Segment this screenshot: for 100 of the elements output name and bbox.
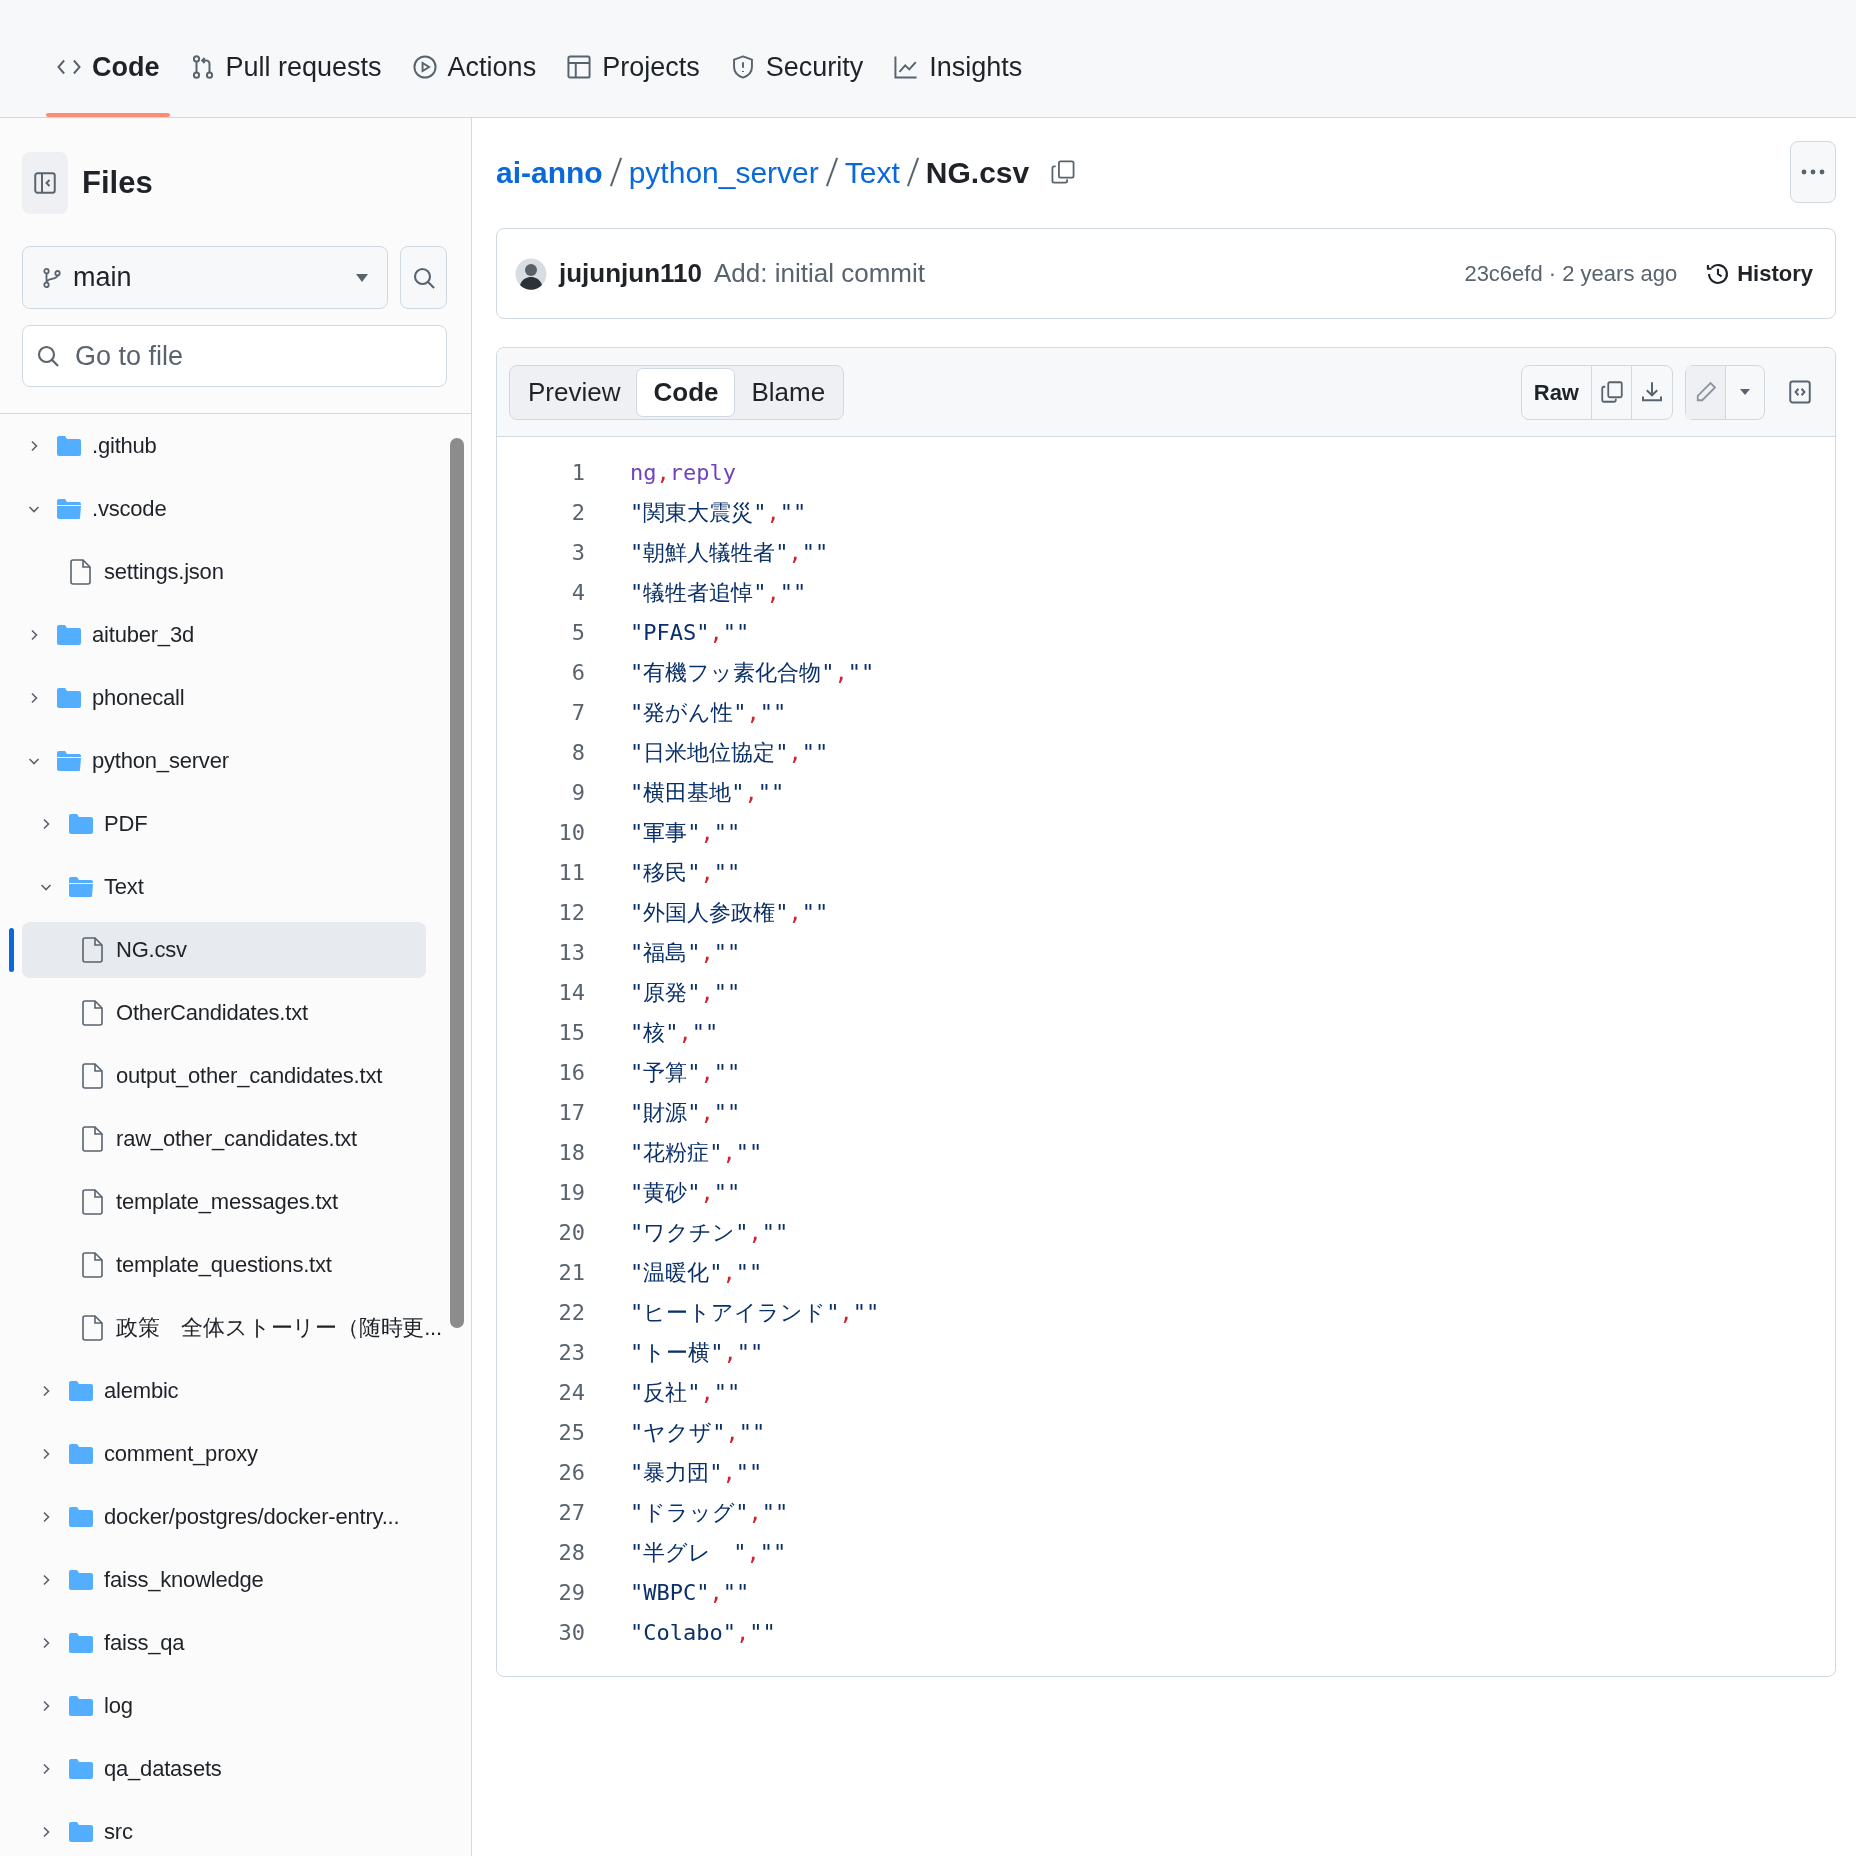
line-number: 13: [557, 938, 585, 967]
view-tab[interactable]: Blame: [735, 367, 842, 417]
folder-icon: [56, 623, 82, 646]
code-line: "核","": [630, 1018, 719, 1047]
sidebar-title: Files: [82, 163, 153, 202]
folder-item[interactable]: faiss_knowledge: [22, 1551, 426, 1608]
folder-item[interactable]: faiss_qa: [22, 1614, 426, 1671]
file-item[interactable]: template_messages.txt: [22, 1173, 426, 1230]
folder-icon: [68, 1505, 94, 1528]
file-item[interactable]: raw_other_candidates.txt: [22, 1110, 426, 1167]
line-number: 20: [557, 1218, 585, 1247]
caret-icon: [1739, 388, 1751, 396]
folder-item[interactable]: src: [22, 1803, 426, 1856]
code-line: "有機フッ素化合物","": [630, 658, 875, 687]
folder-item[interactable]: docker/postgres/docker-entry...: [22, 1488, 426, 1545]
code-line: "福島","": [630, 938, 741, 967]
line-number: 10: [557, 818, 585, 847]
line-number: 25: [557, 1418, 585, 1447]
line-number: 29: [557, 1578, 585, 1607]
view-tab[interactable]: Preview: [512, 367, 637, 417]
line-number: 22: [557, 1298, 585, 1327]
code-line: "移民","": [630, 858, 741, 887]
line-number: 3: [570, 538, 585, 567]
folder-icon: [68, 1442, 94, 1465]
file-icon: [82, 936, 104, 963]
repo-tab[interactable]: Actions: [401, 17, 547, 117]
breadcrumb-link[interactable]: Text: [844, 149, 900, 195]
graph-icon: [893, 54, 920, 80]
code-line: "犠牲者追悼","": [630, 578, 807, 607]
avatar: [515, 257, 547, 290]
commit-author[interactable]: jujunjun110: [559, 254, 703, 293]
repo-tab[interactable]: Pull requests: [179, 17, 392, 117]
folder-item[interactable]: Text: [22, 858, 426, 915]
search-icon: [36, 344, 60, 368]
line-number: 12: [557, 898, 585, 927]
line-number: 11: [557, 858, 585, 887]
file-name: NG.csv: [925, 154, 1030, 191]
code-line: "半グレ ","": [630, 1538, 787, 1567]
folder-item[interactable]: comment_proxy: [22, 1425, 426, 1482]
folder-item[interactable]: qa_datasets: [22, 1740, 426, 1797]
branch-select[interactable]: main: [22, 246, 388, 309]
line-number: 16: [557, 1058, 585, 1087]
scrollbar[interactable]: [450, 438, 464, 1328]
code-line: "予算","": [630, 1058, 741, 1087]
panel-toggle-button[interactable]: [22, 152, 68, 214]
repo-tab[interactable]: Insights: [883, 17, 1033, 117]
line-number: 24: [557, 1378, 585, 1407]
folder-icon: [68, 1379, 94, 1402]
code-line: "関東大震災","": [630, 498, 807, 527]
line-number: 17: [557, 1098, 585, 1127]
file-item[interactable]: 政策 全体ストーリー（随時更...: [22, 1299, 446, 1356]
file-item[interactable]: OtherCandidates.txt: [22, 984, 426, 1041]
file-icon: [82, 1314, 104, 1341]
file-icon: [82, 1062, 104, 1089]
folder-item[interactable]: alembic: [22, 1362, 426, 1419]
file-icon: [82, 1251, 104, 1278]
line-number: 2: [570, 498, 585, 527]
view-tab[interactable]: Code: [636, 367, 736, 417]
search-button[interactable]: [400, 246, 447, 309]
line-number: 9: [570, 778, 585, 807]
folder-item[interactable]: aituber_3d: [22, 606, 426, 663]
edit-button[interactable]: [1686, 365, 1726, 419]
file-icon: [70, 558, 92, 585]
line-number: 18: [557, 1138, 585, 1167]
file-item[interactable]: output_other_candidates.txt: [22, 1047, 426, 1104]
line-number: 19: [557, 1178, 585, 1207]
breadcrumb-link[interactable]: ai-anno: [496, 149, 603, 195]
folder-item[interactable]: .github: [22, 417, 426, 474]
folder-item[interactable]: phonecall: [22, 669, 426, 726]
folder-item[interactable]: python_server: [22, 732, 426, 789]
code-line: "外国人参政権","": [630, 898, 829, 927]
commit-message[interactable]: Add: initial commit: [714, 254, 1453, 293]
history-button[interactable]: History: [1701, 251, 1817, 296]
repo-tab[interactable]: Projects: [556, 17, 710, 117]
folder-item[interactable]: .vscode: [22, 480, 426, 537]
go-to-file-field[interactable]: Go to file: [22, 325, 447, 387]
code-line: "発がん性","": [630, 698, 787, 727]
breadcrumb-link[interactable]: python_server: [628, 149, 819, 195]
code-line: "財源","": [630, 1098, 741, 1127]
commit-sha-time[interactable]: 23c6efd · 2 years ago: [1464, 257, 1678, 290]
line-number: 23: [557, 1338, 585, 1367]
repo-tab[interactable]: Security: [719, 17, 874, 117]
open-folder-icon: [56, 497, 82, 520]
code-line: "反社","": [630, 1378, 741, 1407]
file-item[interactable]: template_questions.txt: [22, 1236, 426, 1293]
folder-item[interactable]: PDF: [22, 795, 426, 852]
code-line: "温暖化","": [630, 1258, 763, 1287]
code-square-icon: [1787, 379, 1813, 405]
more-icon: [1801, 169, 1825, 175]
code-line: "ドラッグ","": [630, 1498, 789, 1527]
code-line: "日米地位協定","": [630, 738, 829, 767]
folder-icon: [68, 1820, 94, 1843]
folder-item[interactable]: log: [22, 1677, 426, 1734]
file-icon: [82, 999, 104, 1026]
code-line: "トー横","": [630, 1338, 764, 1367]
code-line: "WBPC","": [630, 1578, 750, 1607]
file-item[interactable]: settings.json: [22, 543, 426, 600]
repo-tab[interactable]: Code: [46, 17, 170, 117]
line-number: 8: [570, 738, 585, 767]
file-item[interactable]: NG.csv: [22, 921, 426, 978]
